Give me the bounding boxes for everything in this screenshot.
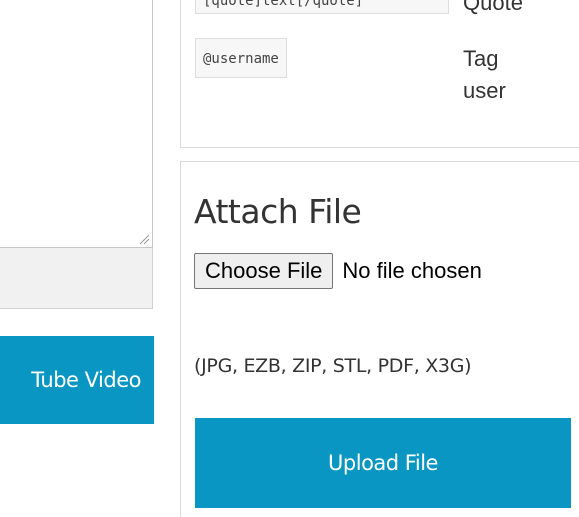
upload-button-label: Upload File — [328, 451, 438, 475]
upload-file-button[interactable]: Upload File — [195, 418, 571, 508]
tag-user-description: Tag user — [463, 46, 506, 103]
insert-youtube-video-button[interactable]: Tube Video — [0, 336, 154, 424]
attach-file-title: Attach File — [194, 192, 362, 231]
quote-code-chip: [quote]text[/quote] — [195, 0, 449, 14]
allowed-formats-text: (JPG, EZB, ZIP, STL, PDF, X3G) — [194, 355, 472, 377]
markup-help-panel: [quote]text[/quote] Quote @username Tag … — [180, 0, 579, 148]
editor-toolbar — [0, 248, 153, 309]
file-input: Choose File No file chosen — [194, 253, 482, 289]
comment-textarea[interactable] — [0, 0, 153, 248]
username-code-chip: @username — [195, 38, 287, 78]
video-button-label: Tube Video — [31, 368, 141, 392]
page: Tube Video [quote]text[/quote] Quote @us… — [0, 0, 579, 517]
quote-description: Quote — [463, 0, 523, 15]
choose-file-button[interactable]: Choose File — [194, 253, 334, 289]
attach-file-panel: Attach File Choose File No file chosen (… — [180, 161, 579, 517]
file-status-text: No file chosen — [342, 258, 482, 283]
resize-grip-icon[interactable] — [138, 233, 150, 245]
